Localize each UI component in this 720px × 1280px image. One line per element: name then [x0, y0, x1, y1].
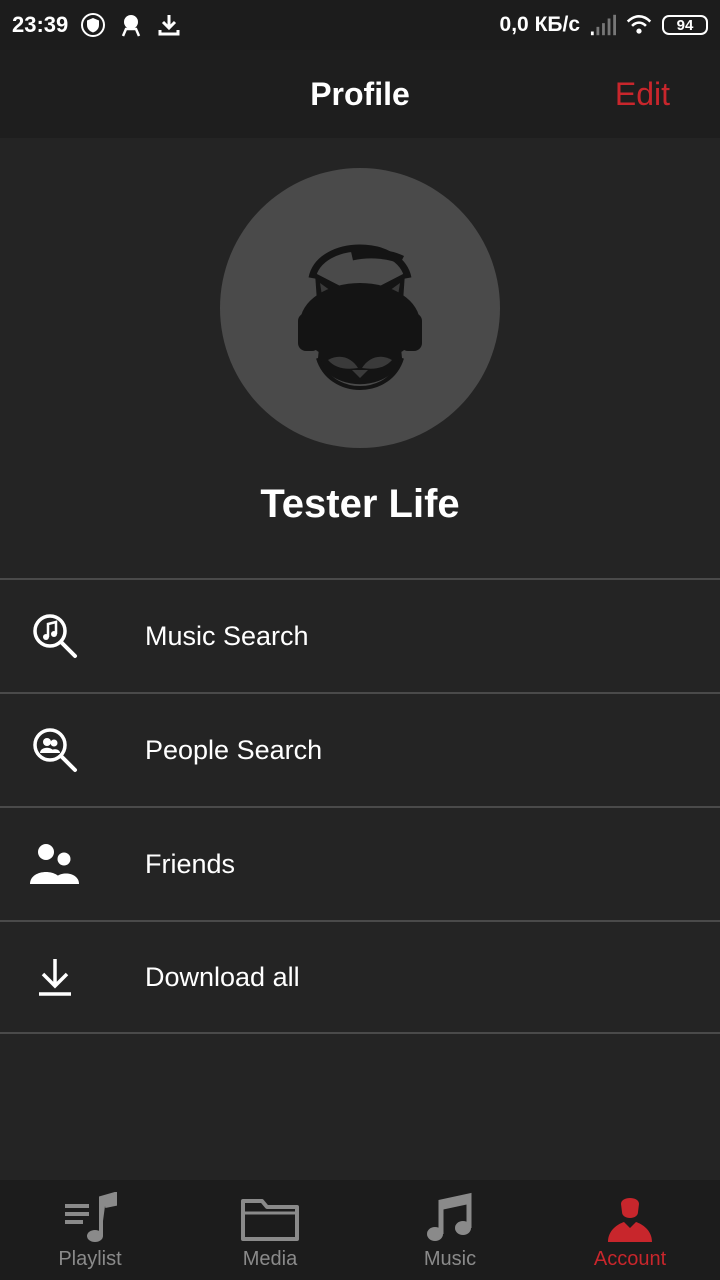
nav-account[interactable]: Account — [540, 1180, 720, 1280]
people-search-icon — [28, 723, 82, 777]
nav-label: Account — [593, 1248, 667, 1270]
notification-icon — [118, 12, 144, 38]
status-bar: 23:39 0,0 КБ/с 94 — [0, 0, 720, 50]
status-left: 23:39 — [12, 12, 182, 38]
menu-item-download-all[interactable]: Download all — [0, 920, 720, 1034]
edit-button[interactable]: Edit — [615, 50, 670, 138]
menu-item-label: People Search — [145, 734, 323, 765]
account-icon — [600, 1190, 660, 1246]
status-right: 0,0 КБ/с 94 — [500, 12, 708, 38]
network-speed: 0,0 КБ/с — [499, 13, 580, 36]
nav-label: Playlist — [58, 1248, 122, 1270]
signal-icon — [590, 12, 616, 38]
menu-item-label: Music Search — [145, 620, 309, 651]
menu-item-music-search[interactable]: Music Search — [0, 578, 720, 692]
folder-icon — [240, 1190, 300, 1246]
app-header: Profile Edit — [0, 50, 720, 138]
nav-media[interactable]: Media — [180, 1180, 360, 1280]
menu-item-people-search[interactable]: People Search — [0, 692, 720, 806]
music-search-icon — [28, 609, 82, 663]
music-note-icon — [420, 1190, 480, 1246]
download-status-icon — [156, 12, 182, 38]
shield-icon — [80, 12, 106, 38]
profile-name: Tester Life — [260, 482, 460, 526]
page-title: Profile — [310, 76, 410, 112]
bottom-nav: Playlist Media Music Account — [0, 1180, 720, 1280]
nav-label: Music — [423, 1248, 477, 1270]
status-time: 23:39 — [12, 12, 69, 37]
menu-item-friends[interactable]: Friends — [0, 806, 720, 920]
avatar[interactable] — [220, 168, 500, 448]
menu-item-label: Friends — [145, 848, 236, 879]
cat-headphones-logo — [298, 244, 422, 390]
menu-item-label: Download all — [145, 961, 300, 992]
wifi-icon — [626, 12, 652, 38]
battery-indicator: 94 — [662, 15, 708, 35]
nav-music[interactable]: Music — [360, 1180, 540, 1280]
friends-icon — [28, 837, 82, 891]
download-icon — [28, 950, 82, 1004]
playlist-icon — [60, 1190, 120, 1246]
profile-menu: Music Search People Search Friends Downl… — [0, 578, 720, 1034]
nav-playlist[interactable]: Playlist — [0, 1180, 180, 1280]
nav-label: Media — [242, 1248, 298, 1270]
